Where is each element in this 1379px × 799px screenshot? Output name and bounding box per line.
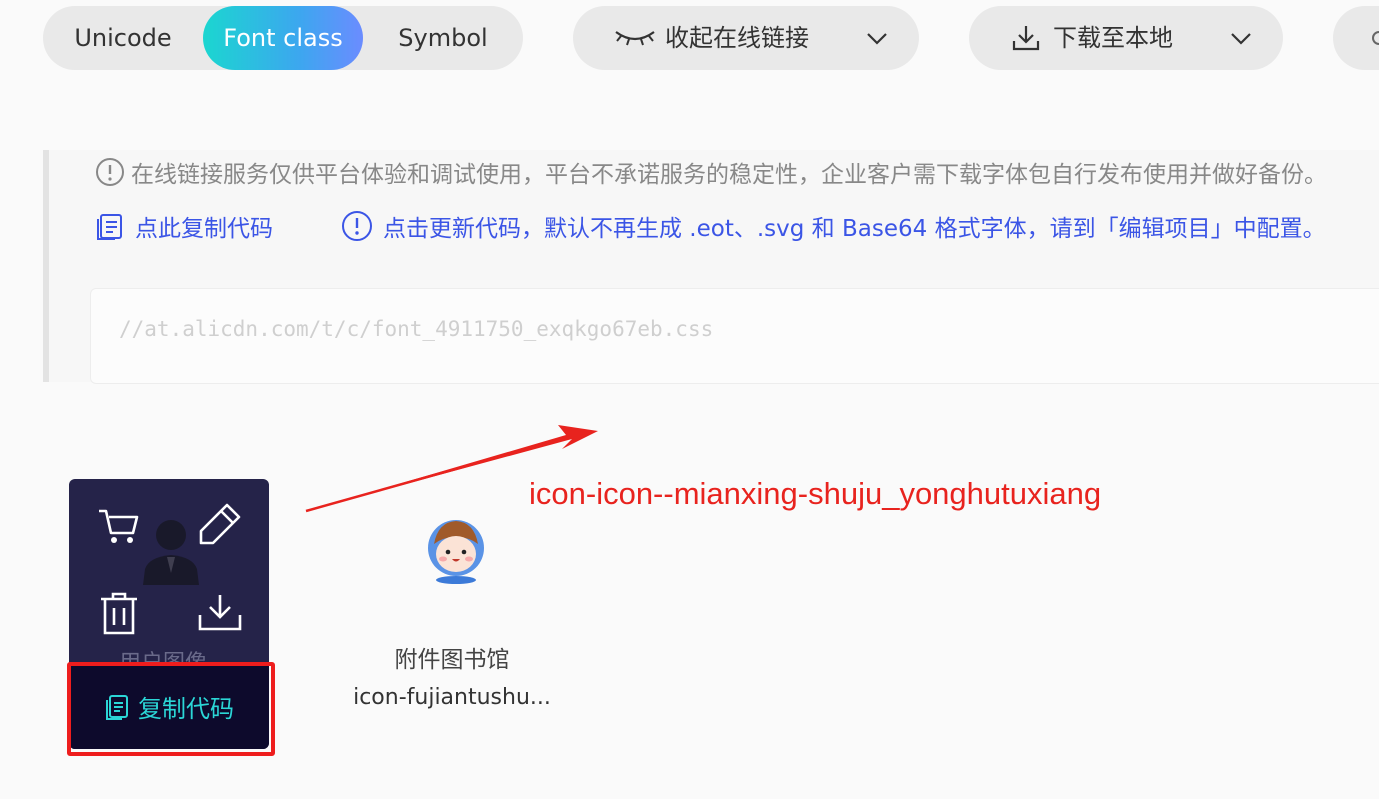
icon-name: 附件图书馆 (394, 647, 510, 673)
cartoon-avatar-icon (428, 520, 484, 584)
info-icon (342, 211, 372, 241)
update-code-link-label: 点击更新代码，默认不再生成 .eot、.svg 和 Base64 格式字体，请到… (383, 216, 1326, 242)
cart-icon[interactable] (97, 507, 141, 547)
trash-icon[interactable] (99, 591, 139, 637)
annotation-text: icon-icon--mianxing-shuju_yonghutuxiang (529, 476, 1102, 511)
download-label: 下载至本地 (1053, 24, 1173, 52)
copy-code-link-label: 点此复制代码 (135, 216, 273, 242)
copy-code-link[interactable]: 点此复制代码 (95, 210, 273, 242)
tab-symbol[interactable]: Symbol (363, 6, 523, 70)
edit-icon[interactable] (197, 501, 243, 547)
download-icon (1012, 26, 1040, 51)
partial-icon (1372, 31, 1379, 45)
warning-text: 在线链接服务仅供平台体验和调试使用，平台不承诺服务的稳定性，企业客户需下载字体包… (95, 156, 1327, 188)
chevron-down-icon (867, 33, 887, 45)
update-code-link[interactable]: 点击更新代码，默认不再生成 .eot、.svg 和 Base64 格式字体，请到… (341, 210, 1326, 242)
info-icon (96, 158, 124, 186)
collapse-link-button[interactable]: 收起在线链接 (573, 6, 919, 70)
icon-code: icon-fujiantushu... (353, 685, 551, 710)
more-button[interactable] (1333, 6, 1379, 70)
copy-document-icon (97, 214, 122, 240)
eye-closed-icon (615, 31, 655, 46)
icon-name: 用户图像 (119, 645, 219, 663)
icon-type-tabs: Unicode Font class Symbol (43, 6, 523, 70)
chevron-down-icon (1231, 33, 1251, 45)
collapse-link-label: 收起在线链接 (665, 24, 809, 52)
css-url: //at.alicdn.com/t/c/font_4911750_exqkgo6… (119, 317, 714, 341)
online-link-panel: 在线链接服务仅供平台体验和调试使用，平台不承诺服务的稳定性，企业客户需下载字体包… (43, 150, 1379, 384)
download-button[interactable]: 下载至本地 (969, 6, 1283, 70)
warning-message: 在线链接服务仅供平台体验和调试使用，平台不承诺服务的稳定性，企业客户需下载字体包… (131, 162, 1327, 188)
css-code-box[interactable]: //at.alicdn.com/t/c/font_4911750_exqkgo6… (90, 288, 1379, 384)
highlight-box (67, 662, 275, 756)
tab-font-class[interactable]: Font class (203, 6, 363, 70)
tab-unicode[interactable]: Unicode (43, 6, 203, 70)
user-avatar-icon (143, 520, 199, 585)
download-icon[interactable] (197, 593, 243, 633)
